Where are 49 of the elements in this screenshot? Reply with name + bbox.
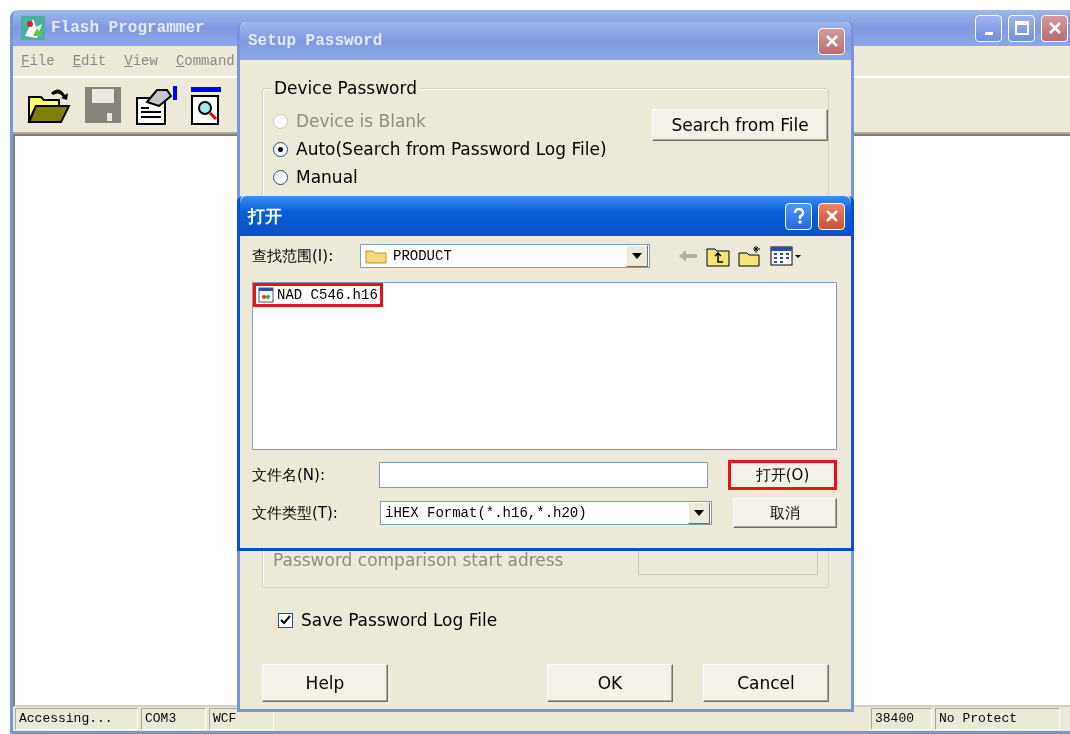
minimize-icon xyxy=(984,31,993,35)
open-button[interactable]: 打开(O) xyxy=(727,460,837,490)
up-folder-icon[interactable] xyxy=(706,245,730,267)
help-button[interactable]: Help xyxy=(262,664,388,702)
view-menu-icon[interactable] xyxy=(770,246,802,266)
look-in-dropdown[interactable]: PRODUCT xyxy=(360,244,650,268)
checkmark-icon xyxy=(280,614,291,626)
radio-button[interactable] xyxy=(273,169,288,185)
file-name-field[interactable] xyxy=(378,462,708,488)
radio-option[interactable]: Auto(Search from Password Log File) xyxy=(273,137,607,161)
file-name-label: 文件名(N): xyxy=(252,465,326,485)
cancel-button[interactable]: 取消 xyxy=(733,498,837,528)
new-folder-icon[interactable] xyxy=(738,245,762,267)
file-icon xyxy=(258,287,274,303)
status-port: COM3 xyxy=(141,708,206,730)
h16-file-entry[interactable]: NAD C546.h16 xyxy=(256,286,380,304)
close-icon xyxy=(824,34,839,48)
minimize-button[interactable] xyxy=(975,14,1002,42)
maximize-icon xyxy=(1014,21,1029,35)
window-title: Flash Programmer xyxy=(51,19,206,37)
close-icon xyxy=(1047,21,1062,35)
dialog-title: 打开 xyxy=(248,204,283,228)
status-baud: 38400 xyxy=(871,708,932,730)
help-button[interactable] xyxy=(785,202,812,230)
file-type-label: 文件类型(T): xyxy=(252,503,339,523)
cancel-button[interactable]: Cancel xyxy=(703,664,829,702)
dialog-title: Setup Password xyxy=(248,32,384,50)
magnifier-document-icon[interactable] xyxy=(191,84,221,126)
close-button[interactable] xyxy=(1041,14,1068,42)
search-from-file-button[interactable]: Search from File xyxy=(652,109,828,141)
folder-icon xyxy=(365,248,387,264)
status-text: Accessing... xyxy=(15,708,138,730)
status-protect: No Protect xyxy=(935,708,1060,730)
question-mark-icon xyxy=(791,208,806,224)
app-logo-icon xyxy=(21,16,45,40)
dropdown-arrow-icon xyxy=(694,510,704,516)
dropdown-arrow-icon xyxy=(632,253,642,259)
file-type-dropdown[interactable]: iHEX Format(*.h16,*.h20) xyxy=(380,501,712,525)
document-properties-icon[interactable] xyxy=(135,84,179,126)
close-button[interactable] xyxy=(818,27,845,55)
radio-option[interactable]: Manual xyxy=(273,165,358,189)
close-button[interactable] xyxy=(818,202,845,230)
close-icon xyxy=(824,209,839,223)
look-in-label: 查找范围(I): xyxy=(252,246,335,266)
ok-button[interactable]: OK xyxy=(547,664,673,702)
address-label: Password comparison start adress xyxy=(273,550,564,570)
save-log-checkbox[interactable]: Save Password Log File xyxy=(262,610,829,630)
radio-button[interactable] xyxy=(273,141,288,157)
maximize-button[interactable] xyxy=(1008,14,1035,42)
